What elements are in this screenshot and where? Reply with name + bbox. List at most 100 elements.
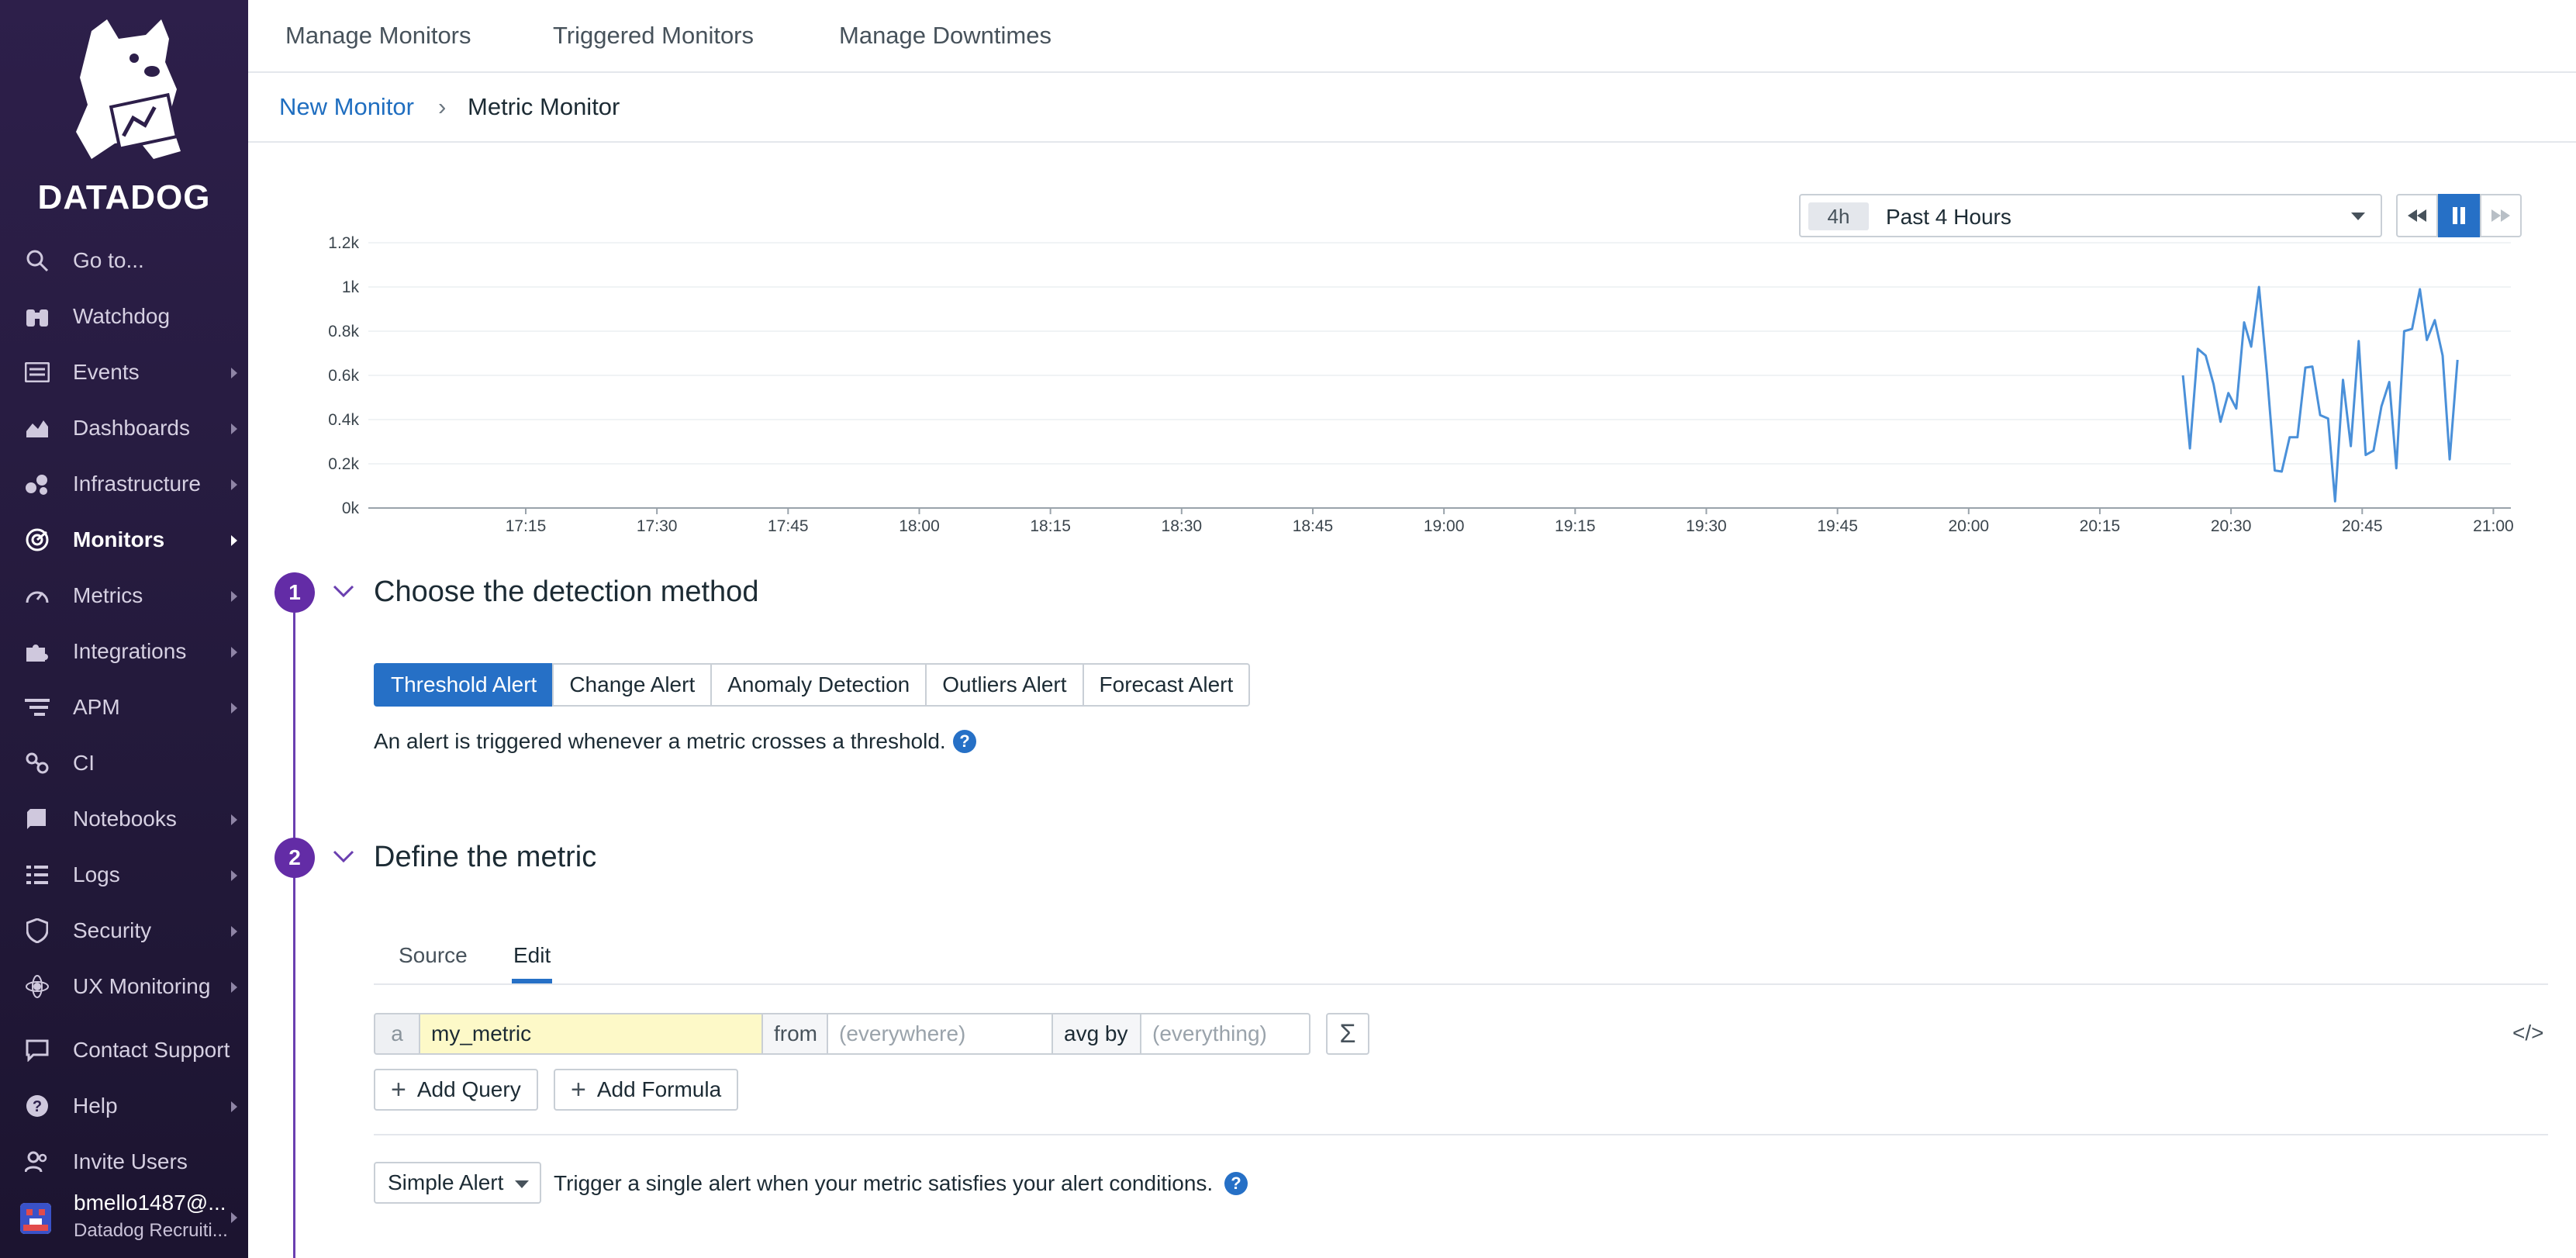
x-tick-label: 17:45 <box>768 517 809 535</box>
threshold-alert-button[interactable]: Threshold Alert <box>374 663 554 707</box>
sidebar-item-label: Security <box>73 918 152 942</box>
code-icon[interactable]: </> <box>2512 1021 2543 1045</box>
anomaly-detection-button[interactable]: Anomaly Detection <box>710 663 927 707</box>
expand-caret-icon <box>231 870 237 881</box>
notebook-icon <box>22 804 53 835</box>
tab-manage-monitors[interactable]: Manage Monitors <box>285 22 471 50</box>
expand-caret-icon <box>231 535 237 546</box>
expand-caret-icon <box>231 368 237 378</box>
tab-source[interactable]: Source <box>399 943 468 968</box>
metric-name-input[interactable]: my_metric <box>419 1013 763 1055</box>
sidebar-item-monitors[interactable]: Monitors <box>0 515 248 565</box>
x-tick-label: 20:15 <box>2080 517 2121 535</box>
sidebar-item-invite-users[interactable]: Invite Users <box>0 1137 248 1187</box>
sidebar-item-events[interactable]: Events <box>0 347 248 397</box>
expand-caret-icon <box>231 479 237 490</box>
breadcrumb-new-monitor[interactable]: New Monitor <box>279 93 414 121</box>
x-tick-label: 21:00 <box>2473 517 2514 535</box>
forecast-alert-button[interactable]: Forecast Alert <box>1082 663 1251 707</box>
detection-description: An alert is triggered whenever a metric … <box>374 729 946 753</box>
hexagon-nodes-icon <box>22 468 53 499</box>
help-icon[interactable]: ? <box>953 730 976 753</box>
sidebar-item-ux-monitoring[interactable]: UX Monitoring <box>0 962 248 1011</box>
link-icon <box>22 748 53 779</box>
user-menu[interactable]: bmello1487@... Datadog Recruiti... <box>0 1183 248 1253</box>
series-line <box>2181 285 2459 503</box>
sidebar-item-contact-support[interactable]: Contact Support <box>0 1025 248 1075</box>
fast-forward-icon <box>2491 209 2510 222</box>
x-tick-label: 19:00 <box>1424 517 1465 535</box>
sidebar-item-label: UX Monitoring <box>73 974 211 998</box>
x-tick-label: 20:00 <box>1949 517 1990 535</box>
chevron-down-icon[interactable] <box>332 583 355 599</box>
x-tick-label: 20:45 <box>2342 517 2383 535</box>
brand-name: DATADOG <box>37 178 211 216</box>
add-formula-button[interactable]: + Add Formula <box>554 1069 739 1111</box>
tab-triggered-monitors[interactable]: Triggered Monitors <box>553 22 754 50</box>
datadog-logo[interactable]: DATADOG <box>0 16 248 216</box>
add-formula-label: Add Formula <box>596 1077 722 1101</box>
function-button[interactable]: Σ <box>1326 1013 1369 1055</box>
sidebar-item-notebooks[interactable]: Notebooks <box>0 794 248 844</box>
sidebar-item-goto[interactable]: Go to... <box>0 236 248 285</box>
sidebar-item-integrations[interactable]: Integrations <box>0 627 248 676</box>
alert-type-select[interactable]: Simple Alert <box>374 1162 541 1204</box>
page-title: Metric Monitor <box>468 93 620 120</box>
sidebar-item-watchdog[interactable]: Watchdog <box>0 292 248 341</box>
active-tab-indicator <box>512 979 552 983</box>
sidebar-item-label: Events <box>73 360 140 384</box>
sidebar-item-label: Infrastructure <box>73 472 201 496</box>
y-tick-label: 0.8k <box>328 323 359 340</box>
sidebar-item-apm[interactable]: APM <box>0 683 248 732</box>
user-org: Datadog Recruiti... <box>74 1220 228 1241</box>
sidebar-item-metrics[interactable]: Metrics <box>0 571 248 620</box>
rewind-button[interactable] <box>2396 194 2438 237</box>
breadcrumb: New Monitor › Metric Monitor <box>248 73 2576 143</box>
sidebar-item-logs[interactable]: Logs <box>0 850 248 900</box>
group-by-input[interactable]: (everything) <box>1140 1013 1310 1055</box>
sidebar-item-dashboards[interactable]: Dashboards <box>0 403 248 453</box>
x-tick-label: 19:15 <box>1555 517 1596 535</box>
add-query-label: Add Query <box>416 1077 521 1101</box>
add-query-button[interactable]: + Add Query <box>374 1069 538 1111</box>
sidebar-item-infrastructure[interactable]: Infrastructure <box>0 459 248 509</box>
metric-tabs: Source Edit <box>374 931 2548 985</box>
from-scope-input[interactable]: (everywhere) <box>827 1013 1053 1055</box>
pause-button[interactable] <box>2438 194 2480 237</box>
step-1-title: Choose the detection method <box>374 575 759 608</box>
fast-forward-button[interactable] <box>2480 194 2522 237</box>
rewind-icon <box>2408 209 2426 222</box>
chevron-down-icon[interactable] <box>332 848 355 864</box>
chevron-down-icon <box>2351 213 2365 220</box>
section-divider <box>374 1134 2548 1135</box>
y-tick-label: 0k <box>342 499 360 517</box>
sidebar-item-label: Contact Support <box>73 1038 230 1062</box>
sidebar-item-label: Metrics <box>73 583 143 607</box>
tab-edit[interactable]: Edit <box>513 943 551 968</box>
aggregation-select[interactable]: avg by <box>1051 1013 1141 1055</box>
help-icon[interactable]: ? <box>1224 1172 1248 1195</box>
atom-icon <box>22 971 53 1002</box>
puzzle-icon <box>22 636 53 667</box>
list-icon <box>22 357 53 388</box>
steps-timeline <box>293 613 295 1258</box>
outliers-alert-button[interactable]: Outliers Alert <box>925 663 1084 707</box>
sidebar-item-security[interactable]: Security <box>0 906 248 956</box>
pause-icon <box>2453 207 2465 224</box>
change-alert-button[interactable]: Change Alert <box>552 663 713 707</box>
sidebar-item-label: Invite Users <box>73 1149 188 1173</box>
expand-caret-icon <box>231 1101 237 1112</box>
avatar <box>20 1203 51 1234</box>
x-tick-label: 17:15 <box>506 517 547 535</box>
tab-manage-downtimes[interactable]: Manage Downtimes <box>839 22 1051 50</box>
timeframe-label: Past 4 Hours <box>1886 205 2011 229</box>
expand-caret-icon <box>231 814 237 825</box>
sidebar-item-ci[interactable]: CI <box>0 738 248 788</box>
x-tick-label: 18:30 <box>1162 517 1203 535</box>
breadcrumb-separator: › <box>438 93 447 120</box>
timeframe-picker[interactable]: 4h Past 4 Hours <box>1799 194 2382 237</box>
user-name: bmello1487@... <box>74 1191 226 1215</box>
question-icon: ? <box>22 1090 53 1121</box>
detection-method-group: Threshold Alert Change Alert Anomaly Det… <box>374 663 1251 707</box>
sidebar-item-help[interactable]: ? Help <box>0 1081 248 1131</box>
